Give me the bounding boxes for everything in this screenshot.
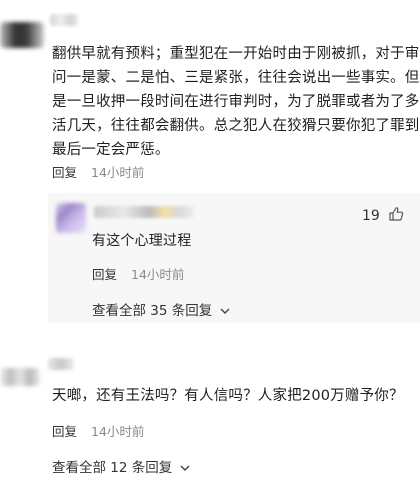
view-all-replies-label: 查看全部 12 条回复 xyxy=(52,460,173,476)
comment-line: 最后一定会严惩。 xyxy=(52,142,170,158)
comment-line: 翻供早就有预料；重型犯在一开始时由于刚被抓，对于审 xyxy=(52,46,420,62)
view-all-replies-link[interactable]: 查看全部 35 条回复 xyxy=(92,299,231,319)
username-blurred[interactable] xyxy=(50,14,78,26)
timestamp: 14小时前 xyxy=(131,267,185,282)
thumbs-up-icon xyxy=(389,207,404,221)
view-all-replies-link[interactable]: 查看全部 12 条回复 xyxy=(52,456,191,476)
comment-meta: 回复 14小时前 xyxy=(52,421,144,440)
reply-button[interactable]: 回复 xyxy=(52,165,77,180)
avatar[interactable] xyxy=(56,203,86,233)
comment-line: 活几天，往往都会翻供。总之犯人在狡猾只要你犯了罪到 xyxy=(52,118,420,134)
timestamp: 14小时前 xyxy=(91,424,145,439)
username-blurred[interactable] xyxy=(94,206,194,218)
reply-meta: 回复 14小时前 xyxy=(92,264,184,283)
chevron-down-icon xyxy=(180,465,190,471)
comment-body: 天啷，还有王法吗？有人信吗？人家把200万赠予你？ xyxy=(52,388,404,404)
like-count: 19 xyxy=(362,208,380,224)
comment-line: 问一是蒙、二是怕、三是紧张，往往会说出一些事实。但 xyxy=(52,70,420,86)
view-all-replies-label: 查看全部 35 条回复 xyxy=(92,303,213,319)
comment-meta: 回复 14小时前 xyxy=(52,162,144,181)
comment-line: 是一旦收押一段时间在进行审判时，为了脱罪或者为了多 xyxy=(52,94,420,110)
reply-button[interactable]: 回复 xyxy=(52,424,77,439)
timestamp: 14小时前 xyxy=(91,165,145,180)
comment-body: 翻供早就有预料；重型犯在一开始时由于刚被抓，对于审 问一是蒙、二是怕、三是紧张，… xyxy=(52,42,420,162)
reply-body: 有这个心理过程 xyxy=(92,233,192,249)
avatar[interactable] xyxy=(0,368,40,386)
like-button[interactable]: 19 xyxy=(362,206,404,224)
username-blurred[interactable] xyxy=(48,358,74,370)
reply-button[interactable]: 回复 xyxy=(92,267,117,282)
chevron-down-icon xyxy=(220,308,230,314)
avatar[interactable] xyxy=(0,22,44,48)
